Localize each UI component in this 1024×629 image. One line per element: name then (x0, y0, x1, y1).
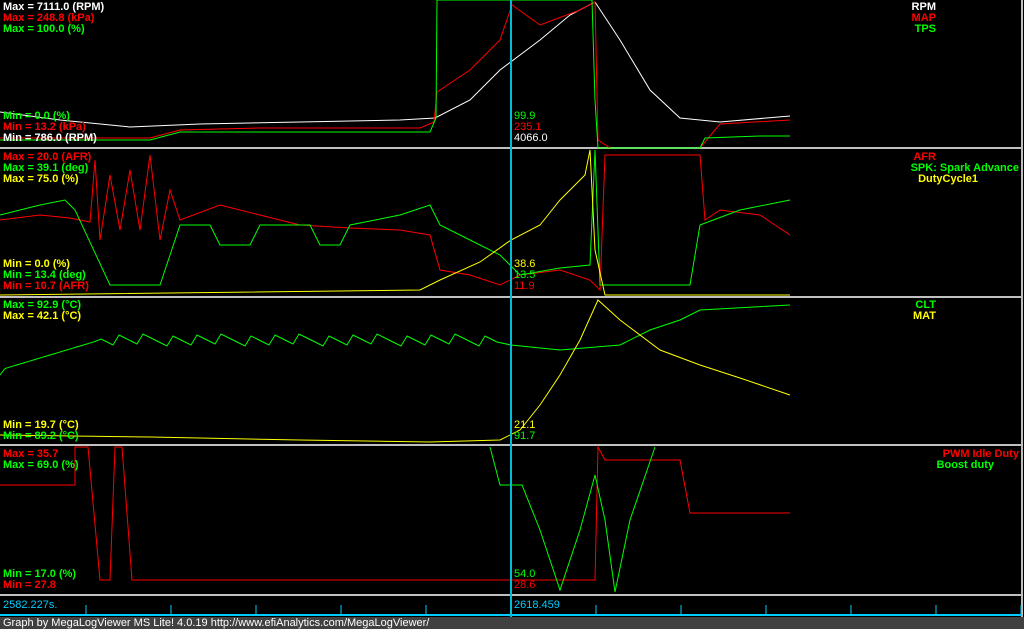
legend-dutycycle1[interactable]: DutyCycle1 (918, 174, 978, 185)
spark-advance-trace (0, 149, 791, 286)
cursor-afr: 11.9 (514, 280, 535, 292)
clt-min: Min = 89.2 (°C) (3, 430, 79, 442)
pwm-idle-trace (0, 445, 790, 581)
cursor-rpm: 4066.0 (514, 132, 548, 144)
legend-boost[interactable]: Boost duty (937, 460, 994, 471)
afr-trace (0, 154, 791, 292)
rpm-min: Min = 786.0 (RPM) (3, 132, 97, 144)
mat-max: Max = 42.1 (°C) (3, 310, 82, 322)
boost-max: Max = 69.0 (%) (3, 459, 79, 471)
time-cursor: 2618.459 (514, 599, 560, 611)
legend-mat[interactable]: MAT (913, 311, 936, 322)
mat-trace (0, 299, 791, 443)
duty-max: Max = 75.0 (%) (3, 173, 79, 185)
afr-min: Min = 10.7 (AFR) (3, 280, 89, 292)
log-graph-area[interactable] (0, 0, 1024, 617)
clt-trace (0, 304, 791, 376)
rpm-trace (0, 1, 791, 128)
time-start: 2582.227s. (3, 599, 58, 611)
footer: Graph by MegaLogViewer MS Lite! 4.0.19 h… (0, 617, 1024, 629)
pwm-idle-min: Min = 27.8 (3, 579, 56, 591)
legend-tps[interactable]: TPS (915, 24, 936, 35)
cursor-clt: 91.7 (514, 430, 536, 442)
tps-max: Max = 100.0 (%) (3, 23, 85, 35)
cursor-pwm: 28.6 (514, 579, 536, 591)
